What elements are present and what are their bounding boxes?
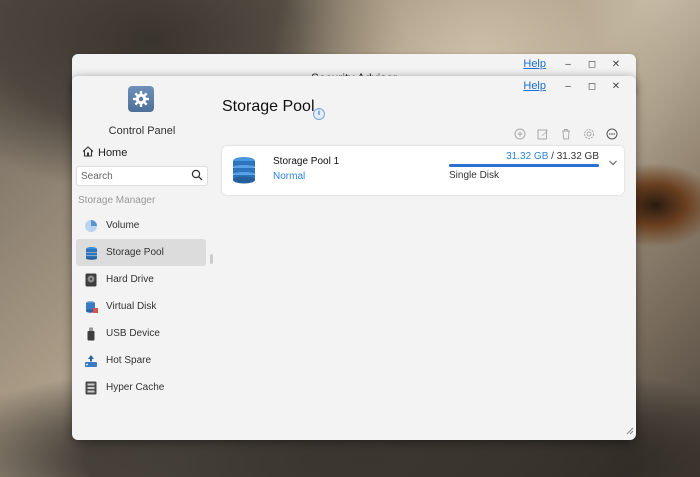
main-content: Storage Pool i Storage Pool 1 Normal 31.… <box>222 76 636 440</box>
sidebar-item-label: Virtual Disk <box>106 301 157 312</box>
search-input[interactable] <box>77 169 191 183</box>
search-icon[interactable] <box>191 169 203 184</box>
add-icon[interactable] <box>514 128 526 140</box>
control-panel-gear-icon <box>128 86 154 112</box>
home-icon <box>82 146 94 160</box>
pool-raid-type: Single Disk <box>449 170 500 181</box>
sidebar-nav: Volume Storage Pool Hard Drive Virtual D… <box>76 212 206 401</box>
sidebar-item-label: Volume <box>106 220 140 231</box>
sidebar-item-label: USB Device <box>106 328 160 339</box>
sidebar-item-hyper-cache[interactable]: Hyper Cache <box>76 374 206 401</box>
sidebar-item-label: Hard Drive <box>106 274 154 285</box>
storage-manager-section-label: Storage Manager <box>78 195 156 206</box>
volume-icon <box>84 219 98 233</box>
home-label: Home <box>98 147 128 159</box>
sidebar-item-usb-device[interactable]: USB Device <box>76 320 206 347</box>
edit-icon[interactable] <box>537 128 549 140</box>
hot-spare-icon <box>84 354 98 368</box>
settings-icon[interactable] <box>583 128 595 140</box>
pool-total: 31.32 GB <box>556 151 599 162</box>
sidebar-item-volume[interactable]: Volume <box>76 212 206 239</box>
control-panel-label: Control Panel <box>108 125 176 137</box>
virtual-disk-icon <box>84 300 98 314</box>
background-window-controls: Help – ◻ ✕ <box>523 58 628 70</box>
resize-handle-icon[interactable] <box>624 424 634 438</box>
sidebar-item-hot-spare[interactable]: Hot Spare <box>76 347 206 374</box>
sidebar-item-label: Hyper Cache <box>106 382 165 393</box>
pool-used: 31.32 GB <box>506 151 549 162</box>
control-panel-window: Help – ◻ ✕ Control Panel Home Storage Ma… <box>72 76 636 440</box>
sidebar-item-virtual-disk[interactable]: Virtual Disk <box>76 293 206 320</box>
pool-name: Storage Pool 1 <box>273 156 340 167</box>
storage-pool-large-icon <box>232 156 256 187</box>
toolbar <box>514 128 618 140</box>
delete-icon[interactable] <box>560 128 572 140</box>
storage-pool-icon <box>84 246 98 260</box>
page-title: Storage Pool <box>222 98 315 115</box>
info-icon[interactable]: i <box>313 108 325 120</box>
sidebar-item-label: Storage Pool <box>106 247 164 258</box>
home-link[interactable]: Home <box>82 146 127 160</box>
background-help-link[interactable]: Help <box>523 58 546 70</box>
background-minimize-button[interactable]: – <box>556 59 580 70</box>
more-icon[interactable] <box>606 128 618 140</box>
pool-usage: 31.32 GB / 31.32 GB <box>449 151 599 162</box>
usage-bar-fill <box>449 164 599 167</box>
search-box[interactable] <box>76 166 208 186</box>
sidebar-scrollbar[interactable] <box>210 254 213 264</box>
pool-usage-separator: / <box>551 151 554 162</box>
background-maximize-button[interactable]: ◻ <box>580 59 604 70</box>
usb-device-icon <box>84 327 98 341</box>
sidebar: Control Panel Home Storage Manager Volum… <box>72 76 213 440</box>
storage-pool-card[interactable]: Storage Pool 1 Normal 31.32 GB / 31.32 G… <box>222 146 624 195</box>
chevron-down-icon[interactable] <box>608 156 618 170</box>
hard-drive-icon <box>84 273 98 287</box>
background-close-button[interactable]: ✕ <box>604 59 628 70</box>
sidebar-item-hard-drive[interactable]: Hard Drive <box>76 266 206 293</box>
hyper-cache-icon <box>84 381 98 395</box>
sidebar-item-label: Hot Spare <box>106 355 152 366</box>
usage-bar <box>449 164 599 167</box>
sidebar-item-storage-pool[interactable]: Storage Pool <box>76 239 206 266</box>
pool-status: Normal <box>273 171 306 182</box>
